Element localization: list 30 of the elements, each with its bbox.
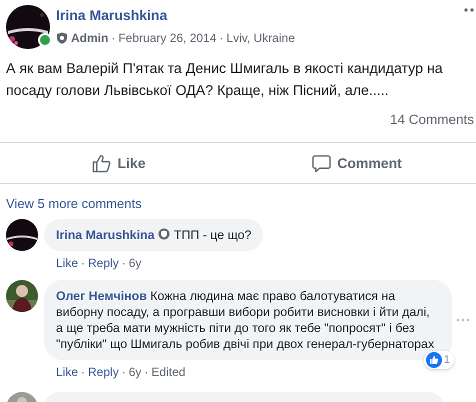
comments-count[interactable]: 14 Comments — [390, 112, 474, 134]
separator-dot: · — [122, 365, 126, 379]
separator-dot: · — [111, 31, 116, 45]
thumbs-up-icon — [92, 154, 112, 172]
author-name[interactable]: Irina Marushkina — [56, 7, 168, 23]
separator-dot: · — [81, 365, 86, 379]
comment-time[interactable]: 6y — [128, 365, 142, 379]
shield-icon — [56, 32, 68, 44]
separator-dot: · — [144, 365, 148, 379]
comment-time[interactable]: 6y — [128, 256, 142, 270]
reply-link[interactable]: Reply — [88, 256, 119, 270]
reaction-count[interactable]: 1 — [424, 351, 454, 369]
post-location[interactable]: Lviv, Ukraine — [226, 31, 295, 45]
like-link[interactable]: Like — [56, 256, 78, 270]
edited-label[interactable]: Edited — [151, 365, 186, 379]
more-icon[interactable] — [464, 8, 476, 12]
speech-bubble-icon — [312, 154, 332, 172]
separator-dot: · — [219, 31, 224, 45]
comment-text: Олег Немчінов Кожна людина має право балотуватися на виборну посаду, а програвши вибори робити висновки і йти далі, а ще треба мати мужність піти до того як тебе "попросят" і без "публіки" що Шмигаль робив двічі при двох генерал-губернаторах — [56, 288, 436, 352]
reply-link[interactable]: Reply — [88, 365, 119, 379]
like-link[interactable]: Like — [56, 365, 78, 379]
post-date[interactable]: February 26, 2014 — [118, 31, 216, 45]
post-text: А як вам Валерій П'ятак та Денис Шмигаль в якості кандидатур на посаду голови Львівської ОДА? Краще, ніж Пісний, але..... — [5, 60, 444, 101]
comment-button[interactable]: Comment — [238, 143, 476, 183]
role-label: Admin — [71, 31, 108, 45]
separator-dot: · — [81, 256, 86, 270]
comment-text: Irina Marushkina ТПП - це що? — [56, 227, 252, 243]
separator-dot: · — [122, 256, 126, 270]
like-button[interactable]: Like — [0, 143, 238, 183]
view-more-comments-link[interactable]: View 5 more comments — [6, 196, 142, 211]
